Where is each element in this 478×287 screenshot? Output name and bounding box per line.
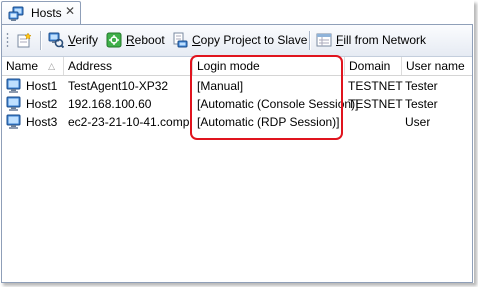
host-name: Host1 <box>26 79 58 93</box>
table-row[interactable]: Host2 192.168.100.60 [Automatic (Console… <box>2 95 472 113</box>
toolbar-separator <box>309 31 310 50</box>
user-name: Tester <box>405 79 438 93</box>
domain: TESTNET <box>348 79 403 93</box>
copy-mnemonic: C <box>192 33 201 47</box>
domain: TESTNET <box>348 97 403 111</box>
tab-label: Hosts <box>31 6 62 20</box>
column-header-name[interactable]: Name △ <box>2 57 64 75</box>
column-header-login-mode[interactable]: Login mode <box>193 57 345 75</box>
column-header-domain[interactable]: Domain <box>345 57 402 75</box>
verify-icon <box>48 32 64 48</box>
reboot-label: eboot <box>134 33 165 47</box>
hosts-icon <box>8 6 24 21</box>
hosts-list[interactable]: Name △ Address Login mode Domain User na… <box>2 57 472 282</box>
tab-strip: Hosts ✕ <box>0 0 474 25</box>
verify-label: erify <box>75 33 99 47</box>
copy-label: opy Project to Slave <box>200 33 308 47</box>
hosts-panel: Verify Reboot Copy Project to Slave Fill… <box>1 24 473 283</box>
host-name: Host2 <box>26 97 58 111</box>
add-host-icon <box>17 32 32 48</box>
column-label: Address <box>68 59 113 73</box>
column-label: Name <box>6 59 39 73</box>
table-row[interactable]: Host1 TestAgent10-XP32 [Manual] TESTNET … <box>2 77 472 95</box>
copy-project-to-slave-button[interactable]: Copy Project to Slave <box>172 30 307 50</box>
close-icon[interactable]: ✕ <box>65 4 75 18</box>
fill-from-network-button[interactable]: Fill from Network <box>316 30 426 50</box>
toolbar: Verify Reboot Copy Project to Slave Fill… <box>2 25 472 57</box>
reboot-icon <box>106 32 122 48</box>
login-mode: [Manual] <box>197 79 244 93</box>
login-mode: [Automatic (RDP Session)] <box>197 115 340 129</box>
column-label: Domain <box>349 59 391 73</box>
user-name: Tester <box>405 97 438 111</box>
tab-hosts[interactable]: Hosts ✕ <box>1 1 81 25</box>
login-mode: [Automatic (Console Session)] <box>197 97 359 111</box>
reboot-mnemonic: R <box>126 33 135 47</box>
host-icon <box>6 96 21 111</box>
toolbar-separator <box>40 31 41 50</box>
host-icon <box>6 78 21 93</box>
network-icon <box>316 33 332 47</box>
host-address: 192.168.100.60 <box>68 97 152 111</box>
host-address: TestAgent10-XP32 <box>68 79 169 93</box>
user-name: User <box>405 115 431 129</box>
host-icon <box>6 114 21 129</box>
host-name: Host3 <box>26 115 58 129</box>
column-label: User name <box>406 59 465 73</box>
column-header-address[interactable]: Address <box>64 57 193 75</box>
add-host-button[interactable] <box>16 30 36 50</box>
hosts-window: Hosts ✕ Verify Reboot Copy Project to Sl… <box>0 0 474 283</box>
sort-ascending-icon: △ <box>48 61 55 71</box>
copy-project-icon <box>173 32 188 48</box>
table-row[interactable]: Host3 ec2-23-21-10-41.comp... [Automatic… <box>2 113 472 131</box>
column-header-user-name[interactable]: User name <box>402 57 472 75</box>
list-header: Name △ Address Login mode Domain User na… <box>2 57 472 76</box>
toolbar-grip[interactable] <box>6 32 9 49</box>
fill-label: ill from Network <box>343 33 427 47</box>
host-address: ec2-23-21-10-41.comp... <box>68 115 192 129</box>
column-label: Login mode <box>197 59 260 73</box>
reboot-button[interactable]: Reboot <box>106 30 165 50</box>
verify-button[interactable]: Verify <box>48 30 98 50</box>
